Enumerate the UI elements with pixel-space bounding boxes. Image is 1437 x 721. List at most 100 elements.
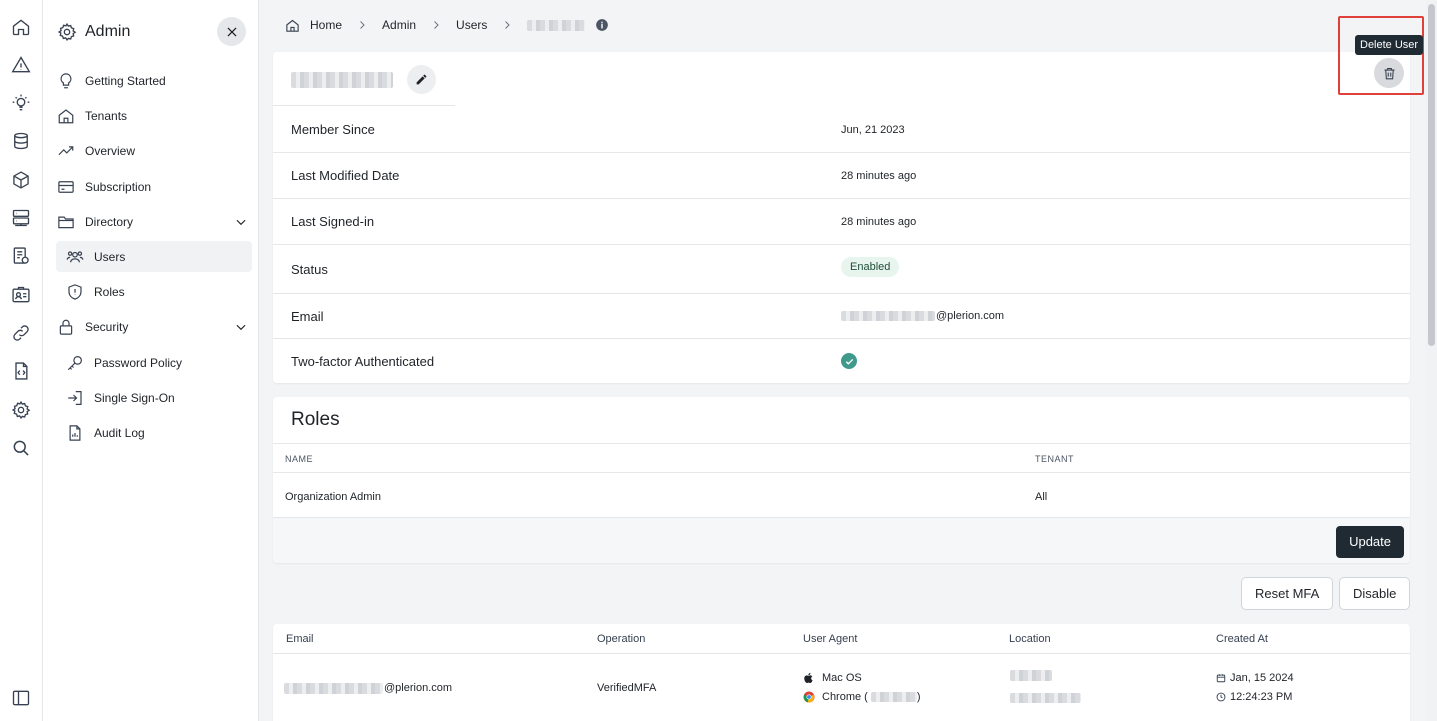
sidebar-item-single-sign-on[interactable]: Single Sign-On xyxy=(56,382,252,413)
apple-icon xyxy=(803,672,815,684)
house-icon xyxy=(57,107,75,125)
detail-row-last-modified: Last Modified Date 28 minutes ago xyxy=(273,153,1410,199)
chevron-right-icon xyxy=(356,19,368,31)
chevron-down-icon[interactable] xyxy=(234,320,248,334)
search-icon[interactable] xyxy=(11,438,31,458)
shield-icon xyxy=(66,283,84,301)
scrollbar-thumb[interactable] xyxy=(1428,4,1435,346)
sidebar-item-roles[interactable]: Roles xyxy=(56,276,252,307)
breadcrumb-home[interactable]: Home xyxy=(310,18,342,32)
column-header-user-agent: User Agent xyxy=(803,633,858,645)
sidebar-item-password-policy[interactable]: Password Policy xyxy=(56,347,252,378)
server-network-icon[interactable] xyxy=(11,208,31,228)
roles-card: Roles NAME TENANT Organization Admin All… xyxy=(273,397,1410,563)
sidebar-item-getting-started[interactable]: Getting Started xyxy=(56,65,252,96)
reset-mfa-button[interactable]: Reset MFA xyxy=(1241,577,1334,610)
breadcrumb-users[interactable]: Users xyxy=(456,18,487,32)
location-line-1 xyxy=(1010,670,1052,681)
detail-label: Email xyxy=(291,309,324,324)
detail-row-two-factor: Two-factor Authenticated xyxy=(273,339,1410,383)
sidebar-item-subscription[interactable]: Subscription xyxy=(56,171,252,202)
breadcrumb-admin[interactable]: Admin xyxy=(382,18,416,32)
user-agent-os: Mac OS xyxy=(803,672,862,684)
report-icon[interactable] xyxy=(11,246,31,266)
sidebar-item-label: Subscription xyxy=(85,179,152,194)
calendar-icon xyxy=(1216,673,1226,683)
settings-icon[interactable] xyxy=(11,400,31,420)
sidebar-item-label: Users xyxy=(94,249,126,264)
detail-value: 28 minutes ago xyxy=(841,170,917,182)
role-name: Organization Admin xyxy=(285,491,381,503)
warning-icon[interactable] xyxy=(11,55,31,75)
sidebar-header: Admin xyxy=(57,19,130,45)
user-agent-os-label: Mac OS xyxy=(822,672,862,684)
detail-row-member-since: Member Since Jun, 21 2023 xyxy=(273,107,1410,153)
created-date: Jan, 15 2024 xyxy=(1216,672,1294,684)
chevron-right-icon xyxy=(501,19,513,31)
sidebar-item-security[interactable]: Security xyxy=(56,311,252,342)
lightbulb-icon xyxy=(57,72,75,90)
sign-in-icon xyxy=(66,389,84,407)
email-local-part-redacted xyxy=(841,311,935,321)
user-details-card: Member Since Jun, 21 2023 Last Modified … xyxy=(273,52,1410,383)
column-header-created-at: Created At xyxy=(1216,633,1268,645)
sidebar-item-label: Tenants xyxy=(85,108,128,123)
icon-rail xyxy=(0,0,43,721)
gear-icon xyxy=(57,22,77,42)
home-icon[interactable] xyxy=(285,18,300,33)
user-name-row xyxy=(273,52,455,106)
sidebar-title: Admin xyxy=(85,23,131,40)
sidebar-item-label: Audit Log xyxy=(94,425,145,440)
home-icon[interactable] xyxy=(11,17,31,37)
sidebar-item-label: Password Policy xyxy=(94,355,183,370)
folder-icon xyxy=(57,213,75,231)
lightbulb-icon[interactable] xyxy=(11,93,31,113)
database-icon[interactable] xyxy=(11,131,31,151)
table-row: Organization Admin All xyxy=(273,476,1410,518)
check-circle-icon xyxy=(841,353,857,369)
created-time: 12:24:23 PM xyxy=(1216,691,1292,703)
detail-label: Two-factor Authenticated xyxy=(291,354,435,369)
info-icon[interactable] xyxy=(595,18,609,32)
audit-file-icon xyxy=(66,424,84,442)
delete-user-tooltip: Delete User xyxy=(1355,35,1424,55)
cube-icon[interactable] xyxy=(11,170,31,190)
roles-title: Roles xyxy=(291,409,340,430)
roles-table-header: NAME TENANT xyxy=(273,443,1410,473)
user-agent-browser: Chrome ( ) xyxy=(803,691,921,703)
close-sidebar-button[interactable] xyxy=(217,17,246,46)
roles-footer: Update xyxy=(273,517,1410,563)
sidebar-item-directory[interactable]: Directory xyxy=(56,206,252,237)
key-icon xyxy=(66,354,84,372)
column-header-operation: Operation xyxy=(597,633,646,645)
page-scrollbar[interactable] xyxy=(1426,0,1437,721)
chevron-down-icon[interactable] xyxy=(234,215,248,229)
disable-button[interactable]: Disable xyxy=(1339,577,1411,610)
sidebar-item-tenants[interactable]: Tenants xyxy=(56,100,252,131)
detail-label: Last Modified Date xyxy=(291,168,400,183)
sidebar-item-label: Single Sign-On xyxy=(94,390,175,405)
detail-label: Status xyxy=(291,262,328,277)
credit-card-icon xyxy=(57,178,75,196)
audit-table-header: Email Operation User Agent Location Crea… xyxy=(273,624,1410,654)
sidebar-item-label: Directory xyxy=(85,214,134,229)
breadcrumb: Home Admin Users xyxy=(285,16,609,34)
location-line-2 xyxy=(1010,693,1081,703)
update-button[interactable]: Update xyxy=(1336,526,1404,558)
link-icon[interactable] xyxy=(11,323,31,343)
user-agent-browser-suffix: ) xyxy=(916,691,921,703)
sidebar-item-audit-log[interactable]: Audit Log xyxy=(56,417,252,448)
code-file-icon[interactable] xyxy=(11,361,31,381)
edit-name-button[interactable] xyxy=(407,65,436,94)
id-card-icon[interactable] xyxy=(11,285,31,305)
sidebar-item-label: Getting Started xyxy=(85,73,166,88)
sidebar-item-users[interactable]: Users xyxy=(56,241,252,272)
sidebar-item-overview[interactable]: Overview xyxy=(56,135,252,166)
delete-user-button[interactable] xyxy=(1374,58,1404,88)
column-header-name: NAME xyxy=(285,454,314,464)
detail-value: Jun, 21 2023 xyxy=(841,124,905,136)
admin-sidebar: Admin Getting Started Tenants Overview S… xyxy=(43,0,259,721)
sidebar-toggle-icon[interactable] xyxy=(11,688,31,708)
chevron-right-icon xyxy=(430,19,442,31)
users-icon xyxy=(66,248,84,266)
